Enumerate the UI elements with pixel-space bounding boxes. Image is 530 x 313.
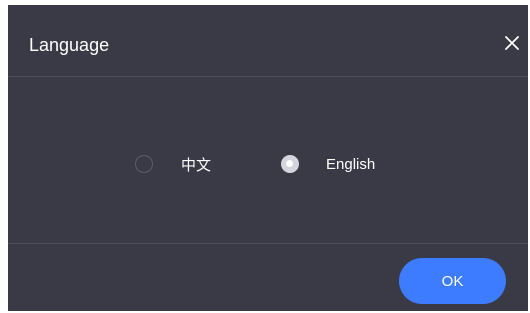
language-option-english[interactable]: English bbox=[281, 147, 375, 181]
dialog-title: Language bbox=[29, 35, 110, 55]
language-option-label: English bbox=[326, 155, 376, 173]
footer-divider bbox=[8, 243, 528, 244]
header-divider bbox=[8, 76, 528, 77]
language-options: 中文 English bbox=[8, 147, 528, 181]
radio-selected-dot bbox=[286, 160, 293, 167]
radio-english[interactable] bbox=[281, 155, 299, 173]
ok-button[interactable]: OK bbox=[399, 258, 506, 304]
radio-chinese[interactable] bbox=[135, 155, 153, 173]
close-button[interactable] bbox=[500, 31, 524, 55]
close-icon bbox=[505, 36, 519, 50]
language-option-chinese[interactable]: 中文 bbox=[135, 147, 211, 181]
language-option-label: 中文 bbox=[181, 156, 212, 174]
language-dialog: Language 中文 English OK bbox=[8, 5, 528, 311]
